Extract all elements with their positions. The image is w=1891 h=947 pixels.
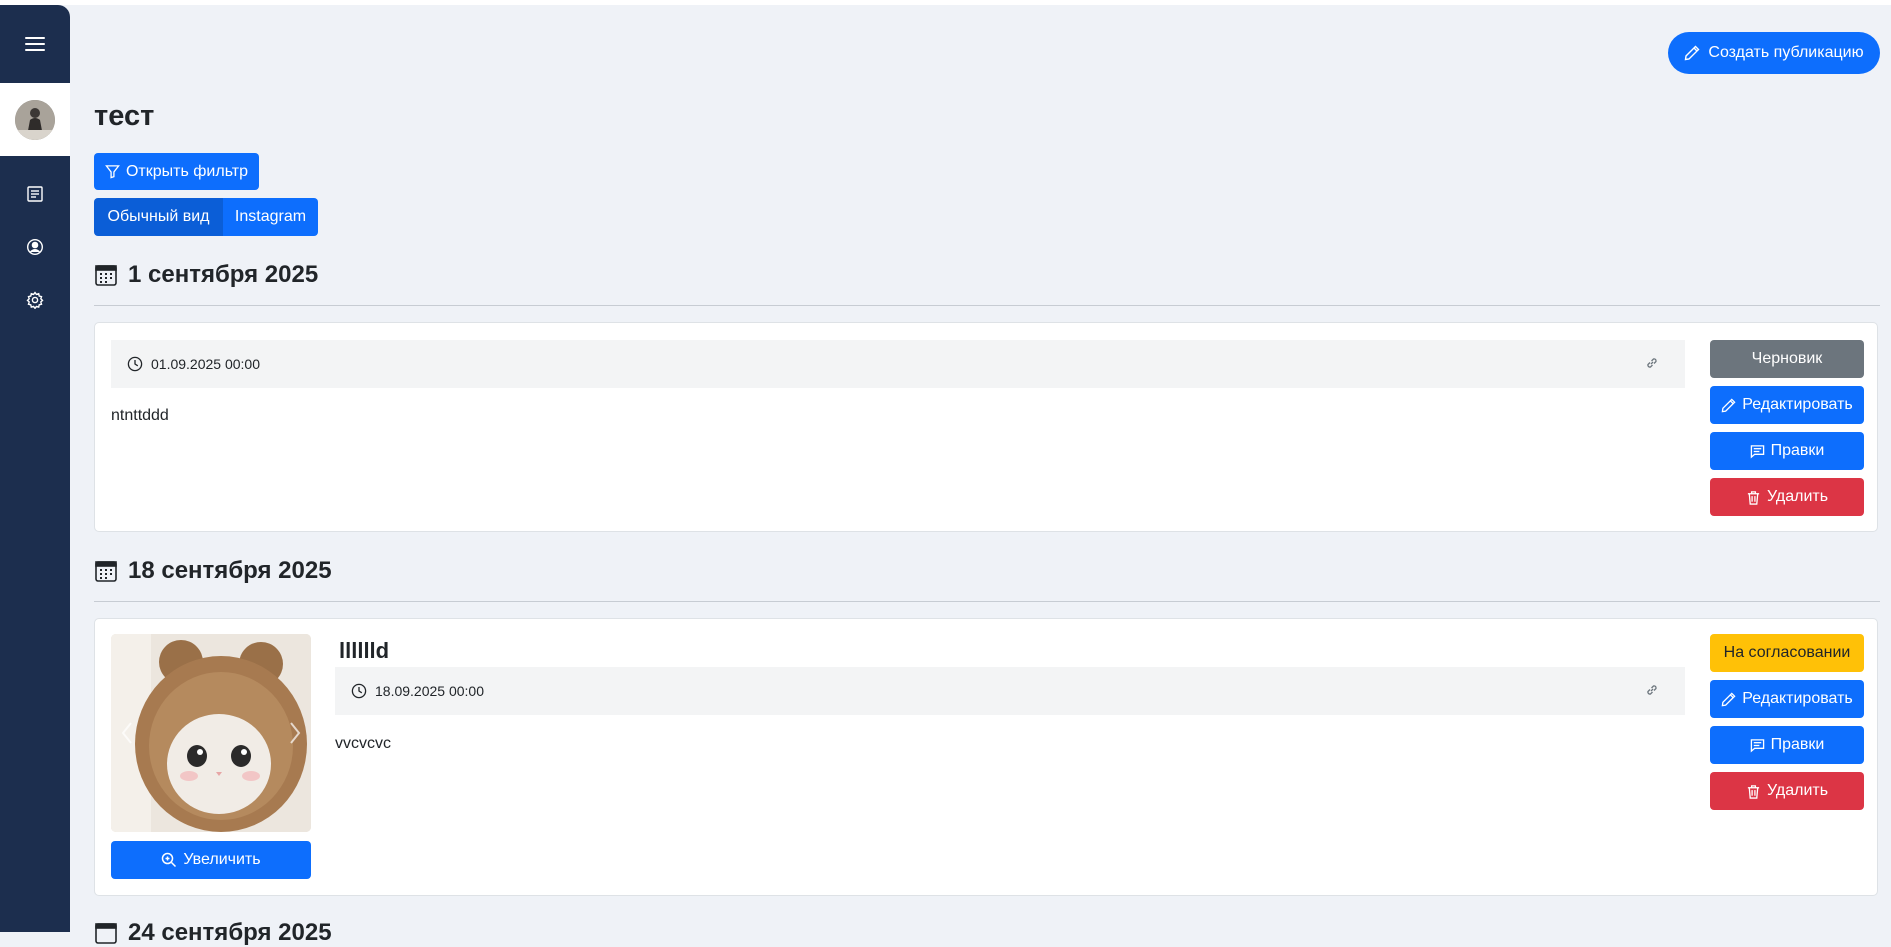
post-card: Увеличить lllllld 18.09.2025 00:00 vvcvc… [94, 618, 1878, 896]
post-image [111, 634, 311, 832]
calendar-icon [95, 923, 117, 944]
edit-button[interactable]: Редактировать [1710, 680, 1864, 718]
post-meta-bar: 18.09.2025 00:00 [335, 667, 1685, 715]
trash-icon [1747, 784, 1760, 799]
post-image-carousel[interactable] [111, 634, 311, 832]
avatar[interactable] [15, 99, 55, 140]
link-icon[interactable] [1645, 683, 1659, 697]
bookmarks-bar [0, 0, 1891, 5]
chat-icon [1750, 444, 1764, 459]
zoom-image-button[interactable]: Увеличить [111, 841, 311, 879]
menu-toggle-button[interactable] [0, 5, 70, 83]
view-instagram-button[interactable]: Instagram [223, 198, 318, 236]
status-badge: Черновик [1710, 340, 1864, 378]
page-title: тест [94, 100, 155, 132]
clock-icon [351, 683, 367, 699]
sidebar-item-profile[interactable] [0, 227, 70, 267]
delete-label: Удалить [1766, 782, 1829, 799]
sidebar-item-settings[interactable] [0, 280, 70, 320]
calendar-icon [95, 265, 117, 286]
edit-label: Редактировать [1742, 690, 1853, 707]
pencil-icon [1721, 691, 1736, 706]
comments-label: Правки [1770, 736, 1825, 753]
delete-label: Удалить [1766, 488, 1829, 505]
link-icon[interactable] [1645, 356, 1659, 370]
post-text: ntnttddd [111, 407, 169, 424]
sidebar [0, 5, 70, 932]
gear-icon [26, 291, 44, 309]
chevron-left-icon[interactable] [115, 718, 139, 748]
comments-label: Правки [1770, 442, 1825, 459]
chevron-right-icon[interactable] [283, 718, 307, 748]
date-heading-text: 24 сентября 2025 [128, 919, 332, 946]
sidebar-item-publications[interactable] [0, 174, 70, 214]
divider [94, 305, 1880, 306]
trash-icon [1747, 490, 1760, 505]
chat-icon [1750, 738, 1764, 753]
delete-button[interactable]: Удалить [1710, 478, 1864, 516]
post-title: lllllld [339, 638, 390, 663]
document-icon [27, 186, 43, 202]
date-heading-text: 18 сентября 2025 [128, 557, 332, 584]
view-mode-toggle: Обычный вид Instagram [94, 198, 318, 236]
divider [94, 601, 1880, 602]
clock-icon [127, 356, 143, 372]
open-filter-label: Открыть фильтр [125, 162, 249, 180]
post-meta-bar: 01.09.2025 00:00 [111, 340, 1685, 388]
pencil-icon [1685, 45, 1700, 61]
user-circle-icon [26, 238, 44, 256]
date-heading-text: 1 сентября 2025 [128, 261, 319, 288]
post-datetime: 18.09.2025 00:00 [375, 683, 484, 699]
comments-button[interactable]: Правки [1710, 432, 1864, 470]
comments-button[interactable]: Правки [1710, 726, 1864, 764]
zoom-in-icon [162, 852, 177, 868]
create-post-button[interactable]: Создать публикацию [1668, 32, 1880, 74]
pencil-icon [1721, 397, 1736, 412]
edit-button[interactable]: Редактировать [1710, 386, 1864, 424]
profile-avatar-box[interactable] [0, 83, 70, 156]
status-badge: На согласовании [1710, 634, 1864, 672]
zoom-image-label: Увеличить [183, 851, 261, 868]
post-datetime: 01.09.2025 00:00 [151, 356, 260, 372]
funnel-icon [105, 165, 120, 179]
delete-button[interactable]: Удалить [1710, 772, 1864, 810]
date-heading: 24 сентября 2025 [94, 919, 332, 947]
date-heading: 1 сентября 2025 [94, 261, 318, 289]
post-text: vvcvcvc [335, 735, 391, 752]
edit-label: Редактировать [1742, 396, 1853, 413]
menu-icon [25, 37, 45, 51]
open-filter-button[interactable]: Открыть фильтр [94, 153, 259, 190]
post-card: 01.09.2025 00:00 ntnttddd Черновик Редак… [94, 322, 1878, 532]
calendar-icon [95, 561, 117, 582]
date-heading: 18 сентября 2025 [94, 557, 332, 585]
create-post-label: Создать публикацию [1708, 44, 1864, 61]
view-normal-button[interactable]: Обычный вид [94, 198, 223, 236]
